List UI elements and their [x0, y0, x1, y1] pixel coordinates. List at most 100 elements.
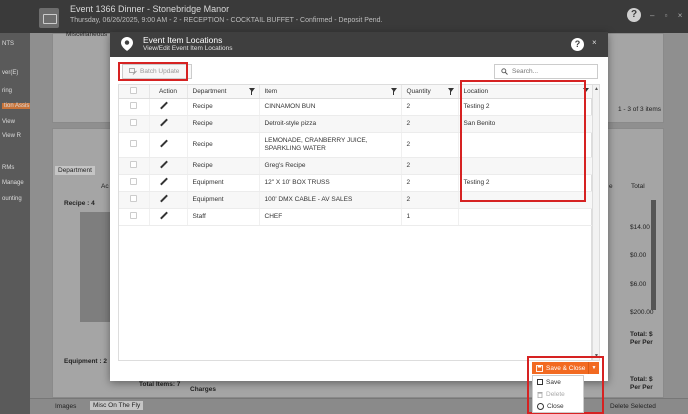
- scroll-down-icon[interactable]: ▼: [594, 353, 599, 359]
- item-cell: Detroit-style pizza: [259, 115, 402, 133]
- item-cell: 12" X 10' BOX TRUSS: [259, 174, 402, 192]
- bg-department-chip[interactable]: Department: [55, 166, 95, 175]
- menu-item-close[interactable]: Close: [533, 400, 583, 412]
- sidebar-item[interactable]: NTS: [2, 41, 14, 47]
- edit-pencil-icon[interactable]: [159, 139, 168, 148]
- location-cell[interactable]: Testing 2: [458, 174, 594, 192]
- sidebar-item[interactable]: View: [2, 119, 15, 125]
- sidebar-item[interactable]: Manage: [2, 180, 24, 186]
- menu-item-delete[interactable]: Delete: [533, 388, 583, 400]
- edit-pencil-icon[interactable]: [159, 118, 168, 127]
- table-row[interactable]: Equipment 12" X 10' BOX TRUSS 2 Testing …: [119, 174, 594, 192]
- edit-pencil-icon[interactable]: [159, 101, 168, 110]
- sidebar-item[interactable]: ounting: [2, 196, 22, 202]
- filter-icon[interactable]: [390, 88, 397, 95]
- row-checkbox[interactable]: [130, 119, 138, 126]
- row-checkbox[interactable]: [130, 212, 138, 219]
- bg-rows: [80, 212, 110, 322]
- column-header-department[interactable]: Department: [187, 85, 260, 99]
- edit-pencil-icon[interactable]: [159, 194, 168, 203]
- bg-items-count: 1 - 3 of 3 items: [618, 106, 661, 113]
- location-cell[interactable]: San Benito: [458, 115, 594, 133]
- location-cell[interactable]: [458, 132, 594, 158]
- location-pin-icon: [121, 37, 133, 51]
- event-title: Event 1366 Dinner - Stonebridge Manor: [70, 4, 230, 14]
- bg-misc-label: Miscellaneous: [66, 31, 108, 38]
- edit-pencil-icon[interactable]: [159, 160, 168, 169]
- bg-price: $14.00: [630, 224, 650, 231]
- bg-total-per-2: Total: $ Per Per: [630, 376, 653, 391]
- filter-icon[interactable]: [248, 88, 255, 95]
- column-header-item[interactable]: Item: [259, 85, 402, 99]
- row-checkbox[interactable]: [130, 102, 138, 109]
- column-header-location[interactable]: Location: [458, 85, 594, 99]
- table-row[interactable]: Recipe LEMONADE, CRANBERRY JUICE, SPARKL…: [119, 132, 594, 158]
- save-options-caret-icon[interactable]: ▼: [589, 365, 599, 371]
- event-subtitle: Thursday, 06/26/2025, 9:00 AM - 2 - RECE…: [70, 17, 383, 24]
- location-cell[interactable]: [458, 208, 594, 226]
- sidebar-item[interactable]: RMs: [2, 165, 14, 171]
- app-logo-icon: [39, 8, 59, 28]
- table-row[interactable]: Recipe CINNAMON BUN 2 Testing 2: [119, 98, 594, 116]
- sidebar-item[interactable]: View R: [2, 133, 21, 139]
- menu-item-save[interactable]: Save: [533, 376, 583, 388]
- row-checkbox[interactable]: [130, 161, 138, 168]
- table-header-row: Action Department Item Quantity Location: [119, 85, 594, 99]
- close-circle-icon: [537, 402, 544, 410]
- bg-images-button[interactable]: Images: [55, 403, 76, 410]
- event-item-locations-dialog: Event Item Locations View/Edit Event Ite…: [110, 32, 608, 381]
- search-input[interactable]: [512, 68, 592, 75]
- department-cell: Recipe: [187, 132, 260, 158]
- save-options-menu: Save Delete Close: [532, 375, 584, 413]
- bg-col-ac: Ac: [101, 183, 109, 190]
- window-controls[interactable]: – ▫ ×: [650, 11, 686, 20]
- table-row[interactable]: Staff CHEF 1: [119, 208, 594, 226]
- column-header-quantity[interactable]: Quantity: [401, 85, 459, 99]
- edit-pencil-icon[interactable]: [159, 177, 168, 186]
- quantity-cell: 2: [401, 191, 459, 209]
- quantity-cell: 2: [401, 98, 459, 116]
- grid-scrollbar[interactable]: ▲ ▼: [592, 84, 600, 361]
- location-cell[interactable]: Testing 2: [458, 98, 594, 116]
- bg-delete-selected[interactable]: Delete Selected: [610, 403, 656, 410]
- row-select-cell: [119, 98, 150, 116]
- row-select-cell: [119, 174, 150, 192]
- dialog-subtitle: View/Edit Event Item Locations: [143, 45, 233, 52]
- select-all-checkbox[interactable]: [130, 86, 138, 94]
- location-cell[interactable]: [458, 157, 594, 175]
- row-checkbox[interactable]: [130, 140, 138, 147]
- table-row[interactable]: Equipment 100' DMX CABLE - AV SALES 2: [119, 191, 594, 209]
- row-action-cell: [149, 174, 188, 192]
- department-cell: Recipe: [187, 157, 260, 175]
- location-cell[interactable]: [458, 191, 594, 209]
- filter-icon[interactable]: [447, 88, 454, 95]
- column-header-item-label: Item: [264, 87, 278, 95]
- quantity-cell: 1: [401, 208, 459, 226]
- save-close-button[interactable]: Save & Close: [532, 362, 589, 374]
- bg-misc-fly-select[interactable]: Misc On The Fly: [90, 401, 144, 410]
- dialog-help-icon[interactable]: ?: [571, 38, 584, 51]
- edit-pencil-icon[interactable]: [159, 211, 168, 220]
- row-select-cell: [119, 191, 150, 209]
- filter-icon[interactable]: [582, 88, 589, 95]
- sidebar-item[interactable]: ver(E): [2, 70, 18, 76]
- table-row[interactable]: Recipe Detroit-style pizza 2 San Benito: [119, 115, 594, 133]
- batch-update-button[interactable]: Batch Update: [122, 64, 192, 79]
- help-icon[interactable]: ?: [627, 8, 641, 22]
- sidebar-item[interactable]: ring: [2, 88, 12, 94]
- department-cell: Equipment: [187, 174, 260, 192]
- search-box[interactable]: [494, 64, 598, 79]
- row-checkbox[interactable]: [130, 195, 138, 202]
- sidebar-item[interactable]: tion Assis: [2, 103, 32, 109]
- table-row[interactable]: Recipe Greg's Recipe 2: [119, 157, 594, 175]
- item-cell: CINNAMON BUN: [259, 98, 402, 116]
- row-checkbox[interactable]: [130, 178, 138, 185]
- save-close-split-button[interactable]: Save & Close ▼: [532, 362, 599, 374]
- dialog-close-icon[interactable]: ×: [592, 38, 597, 47]
- select-all-header[interactable]: [119, 85, 150, 99]
- scroll-up-icon[interactable]: ▲: [594, 86, 599, 92]
- save-close-label: Save & Close: [546, 364, 586, 372]
- bg-scrollbar[interactable]: [651, 200, 656, 310]
- quantity-cell: 2: [401, 157, 459, 175]
- bg-charges: Charges: [190, 386, 217, 393]
